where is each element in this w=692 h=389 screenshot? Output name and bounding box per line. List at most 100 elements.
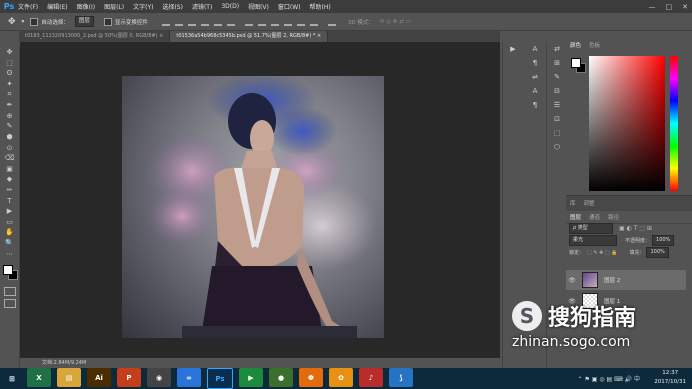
menu-view[interactable]: 视图(V) bbox=[248, 2, 269, 11]
lock-icons[interactable]: ⬚ ✎ ✥ ⬚ 🔒 bbox=[587, 250, 617, 256]
menu-filter[interactable]: 滤镜(T) bbox=[192, 2, 212, 11]
menu-window[interactable]: 窗口(W) bbox=[278, 2, 301, 11]
layer-row-2[interactable]: 👁 图层 2 bbox=[566, 270, 686, 290]
move-tool-icon[interactable]: ✥ bbox=[0, 47, 19, 58]
brush-preset-icon[interactable]: ✎ bbox=[547, 70, 567, 84]
distribute-left-icon[interactable] bbox=[283, 18, 292, 26]
tab-close-icon[interactable]: × bbox=[317, 33, 321, 39]
close-button[interactable]: ✕ bbox=[682, 3, 688, 11]
properties-icon[interactable]: ⊞ bbox=[547, 56, 567, 70]
tab-swatches[interactable]: 色板 bbox=[589, 41, 600, 49]
marquee-tool-icon[interactable]: ⬚ bbox=[0, 58, 19, 69]
system-tray[interactable]: ⌃ ⚑ ▣ ◎ ▤ ⌨ 🔊 中 bbox=[578, 374, 640, 383]
menu-file[interactable]: 文件(F) bbox=[18, 2, 38, 11]
taskbar-illustrator-icon[interactable]: Ai bbox=[87, 368, 111, 387]
tool-preset-dropdown[interactable]: ▾ bbox=[22, 19, 25, 25]
history-brush-tool-icon[interactable]: ⊙ bbox=[0, 142, 19, 153]
screen-mode-icon[interactable] bbox=[3, 298, 16, 308]
maximize-button[interactable]: □ bbox=[666, 3, 673, 11]
tab-close-icon[interactable]: × bbox=[159, 33, 163, 39]
menu-help[interactable]: 帮助(H) bbox=[310, 2, 331, 11]
3d-rotate-icon[interactable]: ⟳ ◎ ✥ ⇄ ▭ bbox=[380, 19, 411, 25]
menu-select[interactable]: 选择(S) bbox=[162, 2, 183, 11]
align-vcenter-icon[interactable] bbox=[174, 18, 183, 26]
taskbar-app8-icon[interactable]: ▶ bbox=[239, 368, 263, 387]
character-icon[interactable]: A bbox=[526, 42, 544, 56]
auto-select-dropdown[interactable]: 图层 bbox=[74, 16, 94, 27]
taskbar-app5-icon[interactable]: ◉ bbox=[147, 368, 171, 387]
align-top-icon[interactable] bbox=[161, 18, 170, 26]
hand-tool-icon[interactable]: ✋ bbox=[0, 227, 19, 238]
move-tool-icon[interactable]: ✥ bbox=[8, 17, 16, 27]
magic-wand-tool-icon[interactable]: ✦ bbox=[0, 79, 19, 90]
tab-document-2[interactable]: t01536a54b968c5345b.psd @ 51.7%(图层 2, RG… bbox=[170, 31, 329, 42]
taskbar-excel-icon[interactable]: X bbox=[27, 368, 51, 387]
info-icon[interactable]: ☰ bbox=[547, 98, 567, 112]
character-style-icon[interactable]: A bbox=[526, 84, 544, 98]
3d-icon[interactable]: ⬡ bbox=[547, 140, 567, 154]
pen-tool-icon[interactable]: ✏ bbox=[0, 185, 19, 196]
menu-edit[interactable]: 编辑(E) bbox=[47, 2, 67, 11]
eyedropper-tool-icon[interactable]: ✒ bbox=[0, 100, 19, 111]
distribute-right-icon[interactable] bbox=[309, 18, 318, 26]
distribute-top-icon[interactable] bbox=[244, 18, 253, 26]
align-bottom-icon[interactable] bbox=[187, 18, 196, 26]
navigator-icon[interactable]: ⊡ bbox=[547, 112, 567, 126]
foreground-background-colors[interactable] bbox=[0, 263, 19, 285]
color-picker-field[interactable] bbox=[589, 56, 665, 191]
tab-document-1[interactable]: t0183_111320913000_2.psd @ 50%(图层 0, RGB… bbox=[19, 31, 171, 42]
healing-tool-icon[interactable]: ⊕ bbox=[0, 111, 19, 122]
taskbar-app11-icon[interactable]: ✿ bbox=[329, 368, 353, 387]
taskbar-powerpoint-icon[interactable]: P bbox=[117, 368, 141, 387]
menu-type[interactable]: 文字(Y) bbox=[133, 2, 153, 11]
menu-image[interactable]: 图像(I) bbox=[77, 2, 95, 11]
taskbar-app10-icon[interactable]: Φ bbox=[299, 368, 323, 387]
layer-visibility-eye-icon[interactable]: 👁 bbox=[566, 277, 578, 284]
clone-source-icon[interactable]: ⊟ bbox=[547, 84, 567, 98]
align-hcenter-icon[interactable] bbox=[213, 18, 222, 26]
taskbar-app12-icon[interactable]: ♪ bbox=[359, 368, 383, 387]
blur-tool-icon[interactable]: ◆ bbox=[0, 174, 19, 185]
foreground-color-swatch[interactable] bbox=[3, 264, 13, 275]
history-icon[interactable]: ⇄ bbox=[547, 42, 567, 56]
paragraph-icon[interactable]: ¶ bbox=[526, 56, 544, 70]
taskbar-app13-icon[interactable]: ⟆ bbox=[389, 368, 413, 387]
more-tools-icon[interactable]: ⋯ bbox=[0, 248, 19, 259]
taskbar-baidu-icon[interactable]: ∞ bbox=[177, 368, 201, 387]
taskbar-explorer-icon[interactable]: ▤ bbox=[57, 368, 81, 387]
crop-tool-icon[interactable]: ⌗ bbox=[0, 89, 19, 100]
layer-filter-dropdown[interactable]: ρ 类型 bbox=[569, 223, 613, 234]
opacity-field[interactable]: 100% bbox=[652, 235, 675, 246]
eraser-tool-icon[interactable]: ⌫ bbox=[0, 153, 19, 164]
hue-slider[interactable] bbox=[670, 56, 678, 191]
document-image[interactable] bbox=[122, 76, 384, 338]
distribute-hcenter-icon[interactable] bbox=[296, 18, 305, 26]
gradient-tool-icon[interactable]: ▣ bbox=[0, 164, 19, 175]
align-left-icon[interactable] bbox=[200, 18, 209, 26]
taskbar-photoshop-icon[interactable]: Ps bbox=[207, 368, 233, 389]
align-right-icon[interactable] bbox=[226, 18, 235, 26]
distribute-vcenter-icon[interactable] bbox=[257, 18, 266, 26]
blend-mode-dropdown[interactable]: 柔光 bbox=[569, 235, 617, 246]
quick-mask-icon[interactable] bbox=[3, 286, 16, 296]
distribute-bottom-icon[interactable] bbox=[270, 18, 279, 26]
clock[interactable]: 12:37 2017/10/31 bbox=[654, 369, 686, 387]
menu-3d[interactable]: 3D(D) bbox=[221, 3, 239, 10]
layer-name[interactable]: 图层 2 bbox=[604, 276, 620, 284]
tab-color[interactable]: 颜色 bbox=[570, 41, 581, 49]
play-icon[interactable]: ▶ bbox=[503, 42, 523, 56]
auto-select-checkbox[interactable]: 自动选择： bbox=[30, 17, 69, 26]
tab-adjustments[interactable]: 调整 bbox=[584, 199, 595, 207]
minimize-button[interactable]: — bbox=[649, 3, 656, 11]
type-tool-icon[interactable]: T bbox=[0, 195, 19, 206]
auto-align-icon[interactable] bbox=[327, 18, 336, 26]
taskbar-app9-icon[interactable]: ● bbox=[269, 368, 293, 387]
show-transform-checkbox[interactable]: 显示变换控件 bbox=[103, 17, 148, 26]
tab-channels[interactable]: 通道 bbox=[589, 213, 600, 221]
start-button[interactable]: ⊞ bbox=[3, 369, 21, 388]
filter-icons[interactable]: ▣ ◐ T ⬚ ⊞ bbox=[619, 225, 652, 232]
stamp-tool-icon[interactable]: ⬢ bbox=[0, 132, 19, 143]
zoom-tool-icon[interactable]: 🔍 bbox=[0, 238, 19, 249]
panel-foreground-swatch[interactable] bbox=[571, 58, 581, 68]
menu-layer[interactable]: 图层(L) bbox=[104, 2, 124, 11]
